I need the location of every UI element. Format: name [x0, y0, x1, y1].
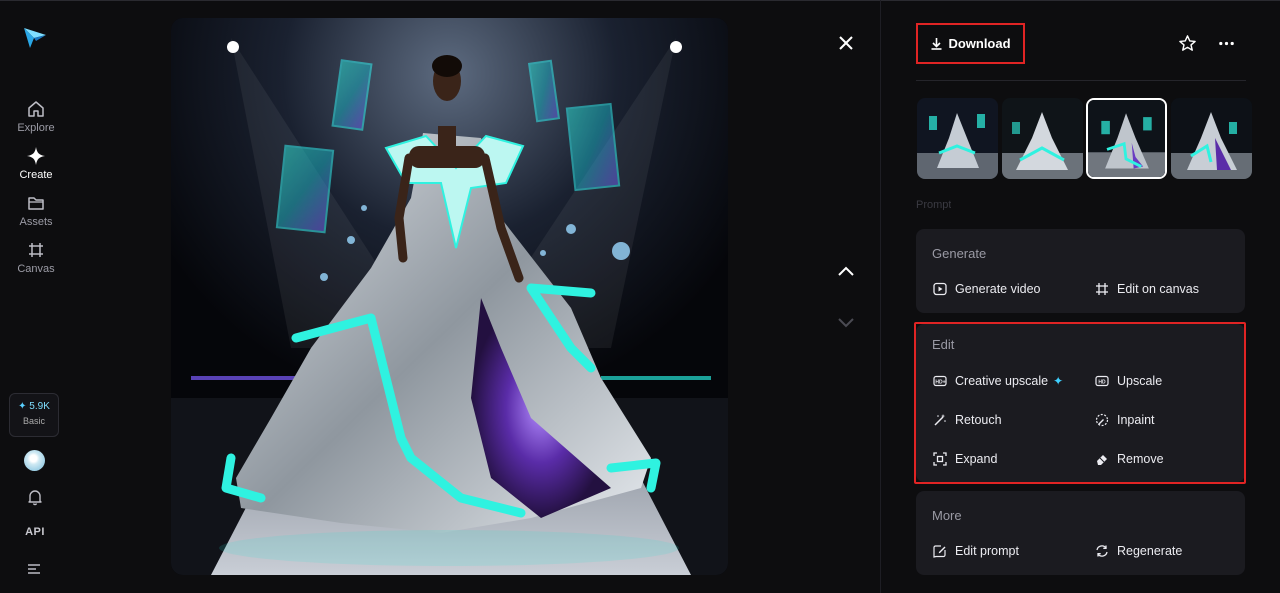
panel-divider	[880, 0, 881, 593]
action-label: Creative upscale	[955, 374, 1049, 388]
thumbnail-image	[917, 98, 998, 179]
inpaint-button[interactable]: Inpaint	[1095, 413, 1155, 427]
action-label: Edit on canvas	[1117, 282, 1199, 296]
header-divider	[916, 80, 1246, 81]
action-label: Generate video	[955, 282, 1041, 296]
nav-label: Assets	[19, 216, 53, 228]
svg-text:HD+: HD+	[935, 379, 945, 385]
brush-circle-icon	[1095, 413, 1109, 427]
download-button[interactable]: Download	[916, 23, 1025, 64]
more-options-icon[interactable]	[1217, 34, 1236, 53]
hd-icon: HD	[1095, 375, 1109, 387]
canvas-icon	[29, 243, 43, 257]
nav-item-explore[interactable]: Explore	[0, 99, 72, 134]
nav-label: Create	[19, 169, 53, 181]
action-label: Remove	[1117, 452, 1164, 466]
retouch-button[interactable]: Retouch	[933, 413, 1002, 427]
expand-icon	[933, 452, 947, 466]
upscale-button[interactable]: HD Upscale	[1095, 374, 1162, 388]
prompt-label: Prompt	[916, 199, 952, 210]
magic-wand-icon	[934, 414, 946, 426]
nav-item-assets[interactable]: Assets	[0, 193, 72, 228]
star-icon[interactable]	[1178, 34, 1197, 53]
credits-amount-row: ✦ 5.9K	[10, 401, 58, 412]
generate-video-button[interactable]: Generate video	[933, 282, 1040, 296]
folder-icon	[28, 197, 44, 210]
action-label: Edit prompt	[955, 544, 1019, 558]
credits-amount: 5.9K	[29, 401, 50, 412]
variant-thumbnail-4[interactable]	[1171, 98, 1252, 179]
left-sidebar: Explore Create Assets Canvas ✦ 5.9K Basi…	[0, 0, 72, 593]
bell-icon[interactable]	[26, 488, 44, 506]
nav-label: Explore	[17, 122, 55, 134]
edit-title: Edit	[932, 337, 955, 352]
thumbnail-image	[1002, 98, 1083, 179]
chevron-up-icon[interactable]	[836, 262, 856, 282]
play-icon	[933, 282, 947, 296]
regenerate-button[interactable]: Regenerate	[1095, 544, 1182, 558]
home-icon	[28, 101, 44, 117]
expand-button[interactable]: Expand	[933, 452, 997, 466]
plan-label: Basic	[22, 416, 45, 426]
download-icon	[931, 38, 942, 50]
svg-text:HD: HD	[1098, 379, 1106, 385]
generate-card: Generate Generate video Edit on canvas	[916, 229, 1245, 313]
main-generated-image[interactable]	[171, 18, 728, 575]
sparkle-icon: ✦	[1053, 374, 1064, 388]
api-link[interactable]: API	[20, 526, 50, 538]
regenerate-icon	[1096, 545, 1108, 557]
action-label: Inpaint	[1117, 413, 1155, 427]
edit-prompt-icon	[933, 545, 946, 558]
runway-illustration	[171, 18, 728, 575]
credit-star-icon: ✦	[18, 401, 27, 412]
menu-icon[interactable]	[27, 562, 43, 576]
avatar[interactable]	[24, 450, 45, 471]
hd-plus-icon: HD+	[933, 375, 947, 387]
more-card: More Edit prompt Regenerate	[916, 491, 1245, 575]
action-label: Upscale	[1117, 374, 1163, 388]
variant-thumbnail-2[interactable]	[1002, 98, 1083, 179]
close-icon[interactable]	[836, 33, 856, 53]
nav-item-canvas[interactable]: Canvas	[0, 240, 72, 275]
nav-item-create[interactable]: Create	[0, 146, 72, 181]
nav-label: Canvas	[17, 263, 55, 275]
variant-thumbnail-3[interactable]	[1086, 98, 1167, 179]
sparkle-icon	[27, 147, 45, 165]
eraser-icon	[1097, 455, 1107, 465]
thumbnail-image	[1088, 100, 1165, 177]
action-label: Expand	[955, 452, 998, 466]
action-label: Retouch	[955, 413, 1002, 427]
edit-prompt-button[interactable]: Edit prompt	[933, 544, 1019, 558]
remove-button[interactable]: Remove	[1095, 452, 1164, 466]
variant-thumbnail-1[interactable]	[917, 98, 998, 179]
thumbnail-image	[1171, 98, 1252, 179]
creative-upscale-button[interactable]: HD+ Creative upscale ✦	[933, 374, 1063, 388]
edit-card: Edit HD+ Creative upscale ✦ HD Upscale R…	[916, 324, 1245, 482]
download-label: Download	[948, 36, 1011, 51]
top-border	[0, 0, 1280, 1]
credits-badge[interactable]: ✦ 5.9K Basic	[9, 393, 59, 437]
action-label: Regenerate	[1117, 544, 1183, 558]
edit-on-canvas-button[interactable]: Edit on canvas	[1095, 282, 1199, 296]
chevron-down-icon[interactable]	[836, 312, 856, 332]
more-title: More	[932, 508, 962, 523]
generate-title: Generate	[932, 246, 987, 261]
canvas-icon	[1096, 283, 1108, 295]
logo-icon[interactable]	[22, 26, 48, 50]
